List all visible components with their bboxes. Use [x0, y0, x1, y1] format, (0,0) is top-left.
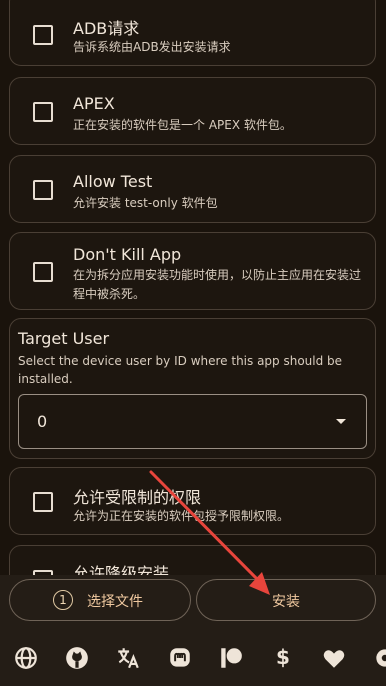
- globe-icon[interactable]: [13, 645, 39, 671]
- option-desc: 允许安装 test-only 软件包: [73, 196, 218, 210]
- target-user-title: Target User: [18, 329, 110, 348]
- option-card-dont-kill-app[interactable]: Don't Kill App 在为拆分应用安装功能时使用，以防止主应用在安装过程…: [9, 232, 376, 310]
- select-file-button[interactable]: 1 选择文件: [9, 579, 191, 621]
- settings-icon[interactable]: [372, 645, 386, 671]
- target-user-value: 0: [37, 412, 48, 431]
- option-card-adb[interactable]: ADB请求 告诉系统由ADB发出安装请求: [9, 0, 376, 66]
- option-title: 允许受限制的权限: [73, 488, 202, 507]
- select-file-label: 选择文件: [87, 594, 143, 610]
- heart-icon[interactable]: [321, 645, 347, 671]
- dollar-icon[interactable]: $: [276, 645, 290, 669]
- target-user-desc: Select the device user by ID where this …: [18, 354, 343, 386]
- option-title: ADB请求: [73, 19, 140, 38]
- target-user-dropdown[interactable]: 0: [18, 394, 367, 449]
- icon-bar: $: [0, 645, 386, 681]
- option-card-restricted-permissions[interactable]: 允许受限制的权限 允许为正在安装的软件包授予限制权限。: [9, 467, 376, 535]
- option-desc: 允许为正在安装的软件包授予限制权限。: [73, 509, 290, 523]
- checkbox-dont-kill-app[interactable]: [33, 262, 53, 282]
- target-user-card: Target User Select the device user by ID…: [9, 318, 376, 459]
- checkbox-allow-test[interactable]: [33, 180, 53, 200]
- option-desc: 正在安装的软件包是一个 APEX 软件包。: [73, 118, 292, 132]
- checkbox-restricted-permissions[interactable]: [33, 492, 53, 512]
- option-title: Allow Test: [73, 172, 153, 191]
- mastodon-icon[interactable]: [167, 645, 193, 671]
- option-card-apex[interactable]: APEX 正在安装的软件包是一个 APEX 软件包。: [9, 77, 376, 145]
- option-desc: 告诉系统由ADB发出安装请求: [73, 40, 231, 54]
- option-title: APEX: [73, 94, 115, 113]
- translate-icon[interactable]: [115, 645, 141, 671]
- checkbox-apex[interactable]: [33, 102, 53, 122]
- install-button[interactable]: 安装: [196, 579, 376, 621]
- option-desc: 在为拆分应用安装功能时使用，以防止主应用在安装过程中被杀死。: [73, 268, 362, 301]
- option-card-allow-test[interactable]: Allow Test 允许安装 test-only 软件包: [9, 155, 376, 223]
- option-title: Don't Kill App: [73, 245, 182, 264]
- patreon-icon[interactable]: [218, 645, 244, 671]
- install-label: 安装: [272, 594, 300, 610]
- checkbox-adb[interactable]: [33, 25, 53, 45]
- dropdown-arrow-icon: [336, 419, 346, 424]
- github-icon[interactable]: [64, 645, 90, 671]
- file-count-badge: 1: [53, 590, 73, 610]
- bottom-bar: 1 选择文件 安装 $: [0, 575, 386, 686]
